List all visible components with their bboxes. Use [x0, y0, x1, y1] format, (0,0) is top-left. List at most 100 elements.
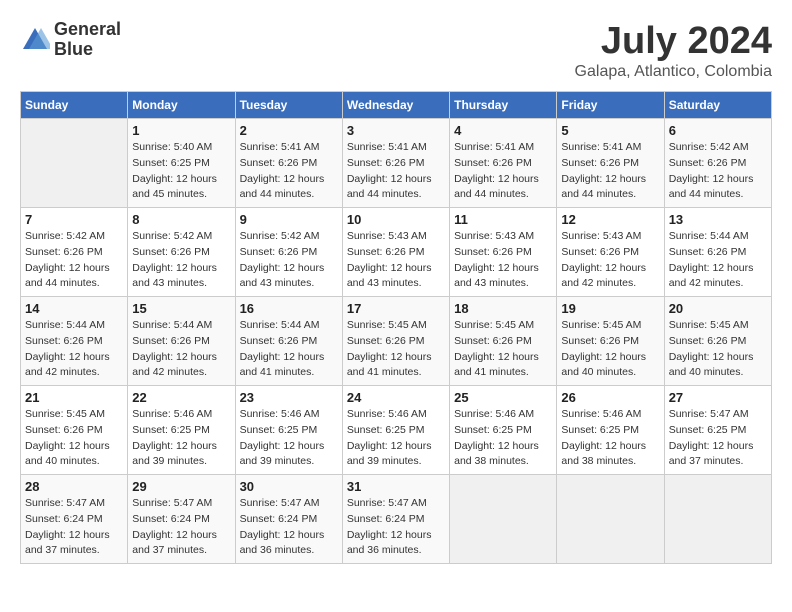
calendar-cell: 30Sunrise: 5:47 AM Sunset: 6:24 PM Dayli…	[235, 475, 342, 564]
day-info: Sunrise: 5:43 AM Sunset: 6:26 PM Dayligh…	[347, 229, 445, 292]
day-number: 9	[240, 212, 338, 227]
day-number: 23	[240, 390, 338, 405]
day-number: 13	[669, 212, 767, 227]
day-number: 19	[561, 301, 659, 316]
calendar-cell: 2Sunrise: 5:41 AM Sunset: 6:26 PM Daylig…	[235, 119, 342, 208]
day-info: Sunrise: 5:47 AM Sunset: 6:24 PM Dayligh…	[132, 496, 230, 559]
day-number: 31	[347, 479, 445, 494]
day-number: 18	[454, 301, 552, 316]
day-info: Sunrise: 5:41 AM Sunset: 6:26 PM Dayligh…	[347, 140, 445, 203]
day-info: Sunrise: 5:45 AM Sunset: 6:26 PM Dayligh…	[454, 318, 552, 381]
calendar-table: SundayMondayTuesdayWednesdayThursdayFrid…	[20, 91, 772, 564]
col-header-friday: Friday	[557, 92, 664, 119]
day-info: Sunrise: 5:46 AM Sunset: 6:25 PM Dayligh…	[561, 407, 659, 470]
day-number: 3	[347, 123, 445, 138]
day-info: Sunrise: 5:47 AM Sunset: 6:25 PM Dayligh…	[669, 407, 767, 470]
day-number: 30	[240, 479, 338, 494]
calendar-cell: 20 Sunrise: 5:45 AM Sunset: 6:26 PM Dayli…	[664, 297, 771, 386]
calendar-week-row: 28Sunrise: 5:47 AM Sunset: 6:24 PM Dayli…	[21, 475, 772, 564]
day-number: 25	[454, 390, 552, 405]
day-number: 2	[240, 123, 338, 138]
day-info: Sunrise: 5:44 AM Sunset: 6:26 PM Dayligh…	[25, 318, 123, 381]
day-info: Sunrise: 5:44 AM Sunset: 6:26 PM Dayligh…	[132, 318, 230, 381]
calendar-cell: 10 Sunrise: 5:43 AM Sunset: 6:26 PM Dayli…	[342, 208, 449, 297]
day-info: Sunrise: 5:45 AM Sunset: 6:26 PM Dayligh…	[25, 407, 123, 470]
calendar-cell: 25 Sunrise: 5:46 AM Sunset: 6:25 PM Dayli…	[450, 386, 557, 475]
logo: General Blue	[20, 20, 121, 60]
calendar-cell	[557, 475, 664, 564]
day-number: 26	[561, 390, 659, 405]
calendar-cell: 13 Sunrise: 5:44 AM Sunset: 6:26 PM Dayli…	[664, 208, 771, 297]
day-number: 15	[132, 301, 230, 316]
calendar-cell: 23 Sunrise: 5:46 AM Sunset: 6:25 PM Dayli…	[235, 386, 342, 475]
calendar-cell: 15 Sunrise: 5:44 AM Sunset: 6:26 PM Dayli…	[128, 297, 235, 386]
calendar-cell	[664, 475, 771, 564]
day-number: 1	[132, 123, 230, 138]
day-info: Sunrise: 5:46 AM Sunset: 6:25 PM Dayligh…	[240, 407, 338, 470]
calendar-cell: 27 Sunrise: 5:47 AM Sunset: 6:25 PM Dayli…	[664, 386, 771, 475]
day-info: Sunrise: 5:44 AM Sunset: 6:26 PM Dayligh…	[669, 229, 767, 292]
day-info: Sunrise: 5:47 AM Sunset: 6:24 PM Dayligh…	[25, 496, 123, 559]
calendar-week-row: 7 Sunrise: 5:42 AM Sunset: 6:26 PM Daylig…	[21, 208, 772, 297]
day-info: Sunrise: 5:45 AM Sunset: 6:26 PM Dayligh…	[347, 318, 445, 381]
calendar-cell: 6Sunrise: 5:42 AM Sunset: 6:26 PM Daylig…	[664, 119, 771, 208]
day-number: 12	[561, 212, 659, 227]
day-info: Sunrise: 5:43 AM Sunset: 6:26 PM Dayligh…	[561, 229, 659, 292]
calendar-cell: 22 Sunrise: 5:46 AM Sunset: 6:25 PM Dayli…	[128, 386, 235, 475]
logo-text: General Blue	[54, 20, 121, 60]
calendar-cell: 31 Sunrise: 5:47 AM Sunset: 6:24 PM Dayli…	[342, 475, 449, 564]
day-number: 22	[132, 390, 230, 405]
day-number: 16	[240, 301, 338, 316]
day-info: Sunrise: 5:42 AM Sunset: 6:26 PM Dayligh…	[25, 229, 123, 292]
day-number: 8	[132, 212, 230, 227]
day-info: Sunrise: 5:42 AM Sunset: 6:26 PM Dayligh…	[669, 140, 767, 203]
day-info: Sunrise: 5:42 AM Sunset: 6:26 PM Dayligh…	[240, 229, 338, 292]
col-header-monday: Monday	[128, 92, 235, 119]
day-number: 11	[454, 212, 552, 227]
calendar-cell: 19 Sunrise: 5:45 AM Sunset: 6:26 PM Dayli…	[557, 297, 664, 386]
day-info: Sunrise: 5:46 AM Sunset: 6:25 PM Dayligh…	[132, 407, 230, 470]
calendar-cell: 21 Sunrise: 5:45 AM Sunset: 6:26 PM Dayli…	[21, 386, 128, 475]
title-block: July 2024 Galapa, Atlantico, Colombia	[575, 20, 772, 81]
day-number: 21	[25, 390, 123, 405]
calendar-cell: 1 Sunrise: 5:40 AM Sunset: 6:25 PM Daylig…	[128, 119, 235, 208]
calendar-cell: 16 Sunrise: 5:44 AM Sunset: 6:26 PM Dayli…	[235, 297, 342, 386]
calendar-cell: 8 Sunrise: 5:42 AM Sunset: 6:26 PM Daylig…	[128, 208, 235, 297]
day-info: Sunrise: 5:43 AM Sunset: 6:26 PM Dayligh…	[454, 229, 552, 292]
col-header-sunday: Sunday	[21, 92, 128, 119]
day-number: 5	[561, 123, 659, 138]
day-number: 20	[669, 301, 767, 316]
calendar-week-row: 1 Sunrise: 5:40 AM Sunset: 6:25 PM Daylig…	[21, 119, 772, 208]
day-info: Sunrise: 5:45 AM Sunset: 6:26 PM Dayligh…	[561, 318, 659, 381]
calendar-cell: 14 Sunrise: 5:44 AM Sunset: 6:26 PM Dayli…	[21, 297, 128, 386]
calendar-cell: 5 Sunrise: 5:41 AM Sunset: 6:26 PM Daylig…	[557, 119, 664, 208]
day-number: 17	[347, 301, 445, 316]
calendar-cell: 11 Sunrise: 5:43 AM Sunset: 6:26 PM Dayli…	[450, 208, 557, 297]
calendar-cell: 4Sunrise: 5:41 AM Sunset: 6:26 PM Daylig…	[450, 119, 557, 208]
col-header-saturday: Saturday	[664, 92, 771, 119]
day-info: Sunrise: 5:42 AM Sunset: 6:26 PM Dayligh…	[132, 229, 230, 292]
day-info: Sunrise: 5:41 AM Sunset: 6:26 PM Dayligh…	[454, 140, 552, 203]
day-number: 10	[347, 212, 445, 227]
calendar-header-row: SundayMondayTuesdayWednesdayThursdayFrid…	[21, 92, 772, 119]
day-number: 14	[25, 301, 123, 316]
day-number: 7	[25, 212, 123, 227]
calendar-cell: 29 Sunrise: 5:47 AM Sunset: 6:24 PM Dayli…	[128, 475, 235, 564]
col-header-thursday: Thursday	[450, 92, 557, 119]
day-number: 24	[347, 390, 445, 405]
day-number: 27	[669, 390, 767, 405]
calendar-cell	[21, 119, 128, 208]
day-number: 29	[132, 479, 230, 494]
calendar-cell: 24Sunrise: 5:46 AM Sunset: 6:25 PM Dayli…	[342, 386, 449, 475]
calendar-week-row: 21 Sunrise: 5:45 AM Sunset: 6:26 PM Dayli…	[21, 386, 772, 475]
day-info: Sunrise: 5:47 AM Sunset: 6:24 PM Dayligh…	[347, 496, 445, 559]
day-info: Sunrise: 5:40 AM Sunset: 6:25 PM Dayligh…	[132, 140, 230, 203]
day-info: Sunrise: 5:45 AM Sunset: 6:26 PM Dayligh…	[669, 318, 767, 381]
col-header-tuesday: Tuesday	[235, 92, 342, 119]
day-info: Sunrise: 5:46 AM Sunset: 6:25 PM Dayligh…	[454, 407, 552, 470]
day-info: Sunrise: 5:44 AM Sunset: 6:26 PM Dayligh…	[240, 318, 338, 381]
calendar-cell: 9 Sunrise: 5:42 AM Sunset: 6:26 PM Daylig…	[235, 208, 342, 297]
page-header: General Blue July 2024 Galapa, Atlantico…	[20, 20, 772, 81]
day-info: Sunrise: 5:41 AM Sunset: 6:26 PM Dayligh…	[561, 140, 659, 203]
calendar-cell: 3 Sunrise: 5:41 AM Sunset: 6:26 PM Daylig…	[342, 119, 449, 208]
